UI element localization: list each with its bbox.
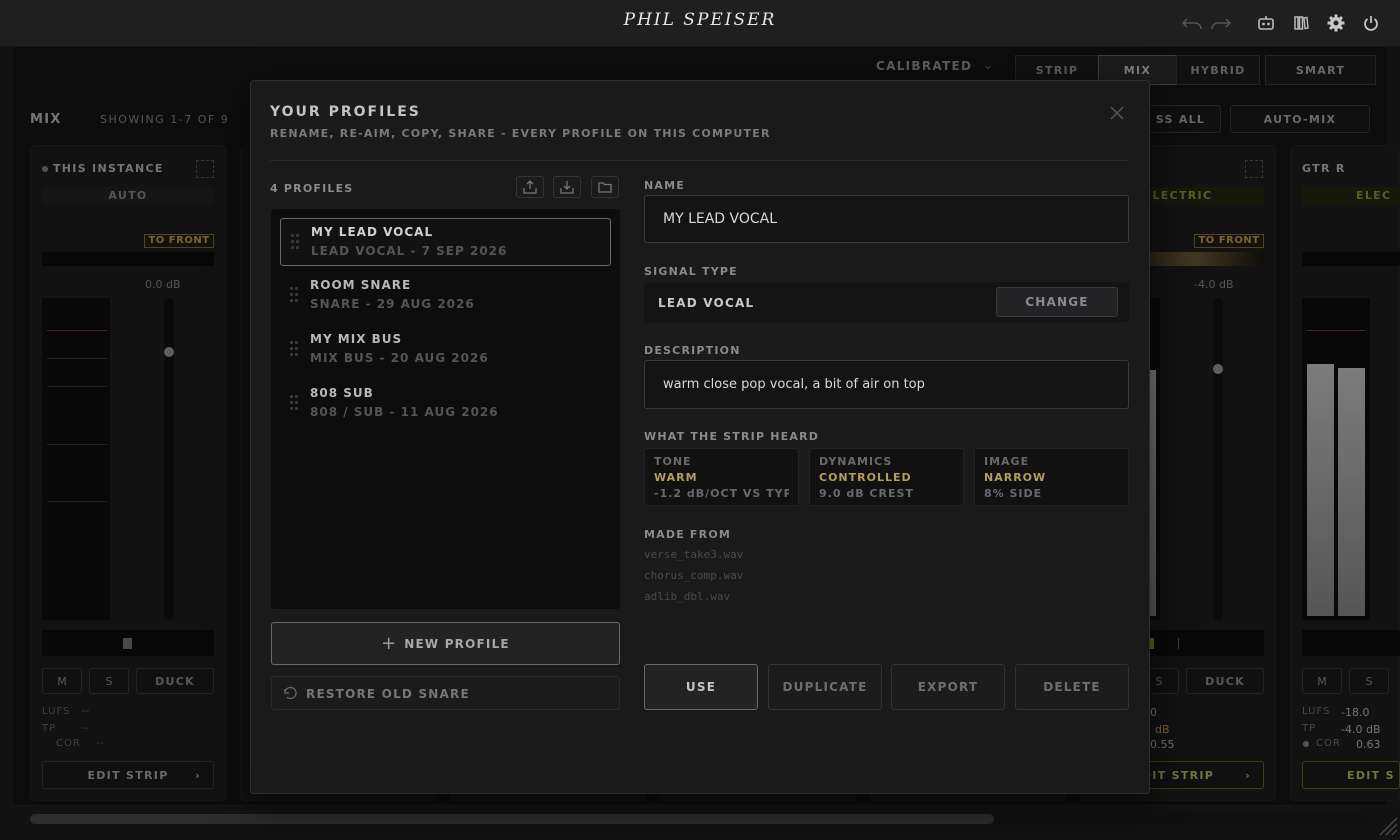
source-file: verse_take3.wav: [644, 548, 744, 561]
power-icon[interactable]: [1360, 12, 1382, 34]
signal-type-value: LEAD VOCAL: [658, 296, 755, 310]
undo-icon[interactable]: [1181, 12, 1203, 34]
redo-icon[interactable]: [1210, 12, 1232, 34]
drag-handle-icon[interactable]: [290, 341, 300, 359]
close-icon[interactable]: [1108, 104, 1126, 122]
delete-button[interactable]: DELETE: [1015, 664, 1129, 710]
dialog-subtitle: RENAME, RE-AIM, COPY, SHARE - EVERY PROF…: [270, 127, 771, 140]
heard-label: WHAT THE STRIP HEARD: [644, 430, 820, 443]
restore-label: RESTORE OLD SNARE: [306, 687, 470, 701]
drag-handle-icon[interactable]: [291, 234, 301, 252]
source-file: adlib_dbl.wav: [644, 590, 731, 603]
signal-type-label: SIGNAL TYPE: [644, 265, 738, 278]
image-card: IMAGE NARROW 8% SIDE: [974, 448, 1129, 506]
change-signal-button[interactable]: CHANGE: [996, 287, 1118, 317]
profile-name: MY MIX BUS: [310, 332, 403, 346]
drag-handle-icon[interactable]: [290, 395, 300, 413]
upload-icon[interactable]: [516, 176, 544, 198]
restore-button[interactable]: RESTORE OLD SNARE: [271, 676, 620, 710]
export-button[interactable]: EXPORT: [891, 664, 1005, 710]
profile-item[interactable]: MY LEAD VOCAL LEAD VOCAL - 7 SEP 2026: [280, 218, 611, 266]
profile-name: ROOM SNARE: [310, 278, 412, 292]
made-from-label: MADE FROM: [644, 528, 732, 541]
profile-detail: MIX BUS - 20 AUG 2026: [310, 351, 489, 365]
new-profile-button[interactable]: + NEW PROFILE: [271, 622, 620, 665]
profile-detail: 808 / SUB - 11 AUG 2026: [310, 405, 499, 419]
profile-count: 4 PROFILES: [270, 182, 354, 195]
name-label: NAME: [644, 179, 685, 192]
tone-card: TONE WARM -1.2 dB/OCT VS TYPI..: [644, 448, 799, 506]
tone-value: WARM: [654, 471, 698, 484]
dynamics-category: DYNAMICS: [819, 455, 893, 468]
library-icon[interactable]: [1290, 12, 1312, 34]
dynamics-card: DYNAMICS CONTROLLED 9.0 dB CREST: [809, 448, 964, 506]
description-label: DESCRIPTION: [644, 344, 741, 357]
folder-icon[interactable]: [591, 176, 619, 198]
plus-icon: +: [381, 632, 397, 654]
profile-detail: SNARE - 29 AUG 2026: [310, 297, 475, 311]
dynamics-detail: 9.0 dB CREST: [819, 487, 914, 500]
profile-name: MY LEAD VOCAL: [311, 225, 434, 239]
dialog-title: YOUR PROFILES: [270, 104, 421, 120]
image-detail: 8% SIDE: [984, 487, 1043, 500]
tone-category: TONE: [654, 455, 692, 468]
profile-item[interactable]: 808 SUB 808 / SUB - 11 AUG 2026: [280, 380, 611, 428]
description-field[interactable]: warm close pop vocal, a bit of air on to…: [644, 360, 1129, 409]
drag-handle-icon[interactable]: [290, 287, 300, 305]
name-field[interactable]: MY LEAD VOCAL: [644, 195, 1129, 243]
profile-detail: LEAD VOCAL - 7 SEP 2026: [311, 244, 508, 258]
gear-icon[interactable]: [1325, 12, 1347, 34]
download-icon[interactable]: [553, 176, 581, 198]
robot-icon[interactable]: [1255, 12, 1277, 34]
image-value: NARROW: [984, 471, 1047, 484]
new-profile-label: NEW PROFILE: [404, 636, 510, 651]
divider: [270, 160, 1128, 161]
image-category: IMAGE: [984, 455, 1030, 468]
profile-item[interactable]: ROOM SNARE SNARE - 29 AUG 2026: [280, 272, 611, 320]
profile-item[interactable]: MY MIX BUS MIX BUS - 20 AUG 2026: [280, 326, 611, 374]
profile-name: 808 SUB: [310, 386, 374, 400]
source-file: chorus_comp.wav: [644, 569, 744, 582]
tone-detail: -1.2 dB/OCT VS TYPI..: [654, 487, 789, 500]
restore-icon: [282, 685, 298, 705]
use-button[interactable]: USE: [644, 664, 758, 710]
duplicate-button[interactable]: DUPLICATE: [768, 664, 882, 710]
dynamics-value: CONTROLLED: [819, 471, 912, 484]
